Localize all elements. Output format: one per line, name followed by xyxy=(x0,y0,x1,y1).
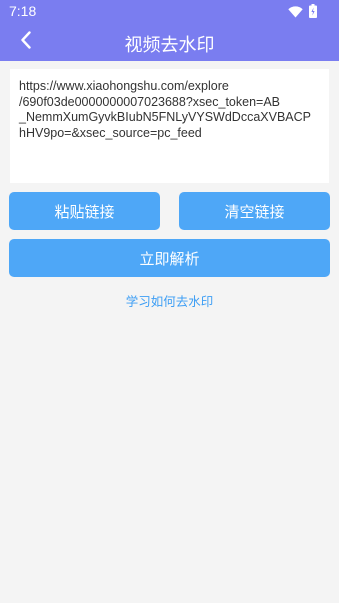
url-input[interactable]: https://www.xiaohongshu.com/explore /690… xyxy=(10,69,329,183)
learn-remove-watermark-link[interactable]: 学习如何去水印 xyxy=(0,291,339,310)
status-icons xyxy=(288,3,317,22)
url-text-line: _NemmXumGyvkBIubN5FNLyVYSWdDccaXVBACP xyxy=(19,110,311,124)
status-time: 7:18 xyxy=(9,3,37,19)
battery-icon xyxy=(309,3,317,22)
url-text-line: hHV9po=&xsec_source=pc_feed xyxy=(19,125,202,140)
page-title: 视频去水印 xyxy=(124,35,215,56)
url-text-line: https://www.xiaohongshu.com/explore xyxy=(19,79,229,93)
paste-link-button[interactable]: 粘贴链接 xyxy=(9,192,160,230)
app-header: 7:18 视频去水印 xyxy=(0,0,339,61)
wifi-icon xyxy=(288,3,303,22)
url-text-line: /690f03de0000000007023688?xsec_token=AB xyxy=(19,94,280,109)
clear-link-button[interactable]: 清空链接 xyxy=(179,192,330,230)
status-bar: 7:18 xyxy=(0,0,339,24)
parse-now-button[interactable]: 立即解析 xyxy=(9,239,330,277)
